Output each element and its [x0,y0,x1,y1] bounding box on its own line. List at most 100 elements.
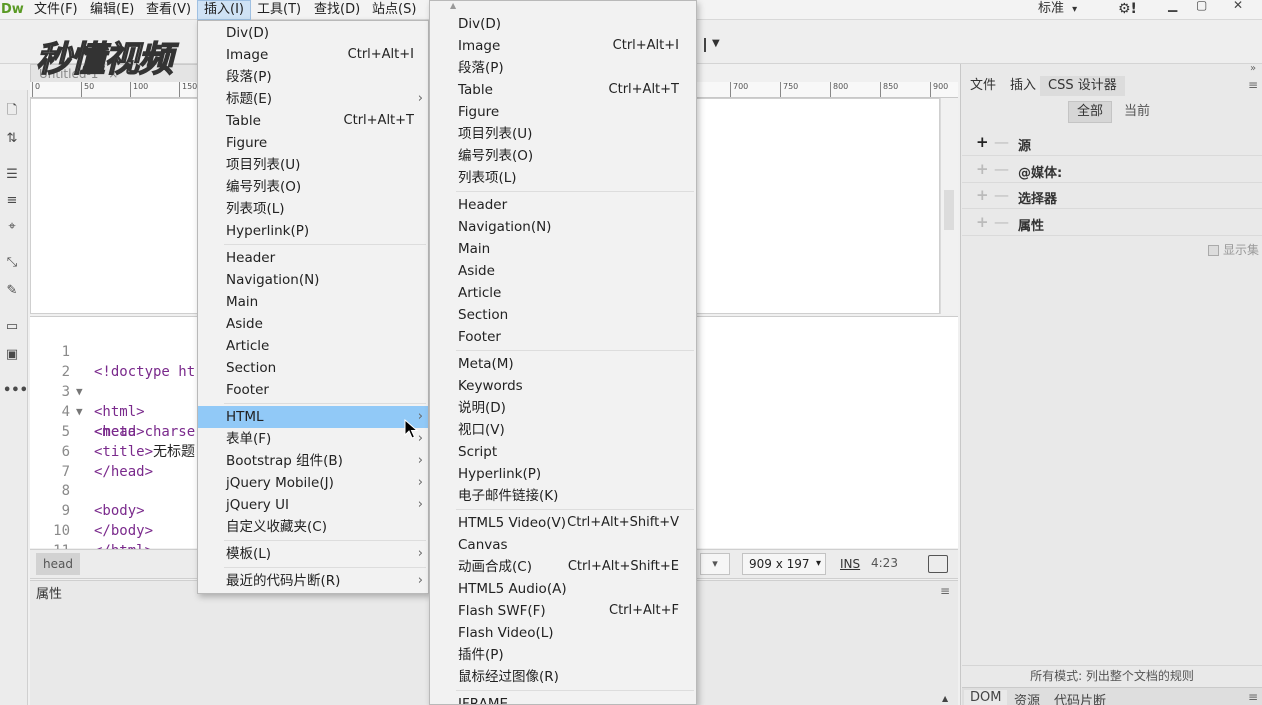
insert-menu-item-item-26[interactable]: 模板(L) › [198,543,428,565]
html-menu-item-html5-audio[interactable]: HTML5 Audio(A) [430,578,696,600]
minus-icon[interactable]: — [994,160,1009,178]
html-menu-item-item-32[interactable]: 鼠标经过图像(R) [430,666,696,688]
workspace-selector[interactable]: 标准 ▾ [1038,0,1077,20]
panel-menu-icon[interactable]: ≡ [1248,690,1258,704]
scrollbar-thumb[interactable] [944,190,954,230]
html-menu-item-header[interactable]: Header [430,194,696,216]
scroll-up-icon[interactable]: ▲ [450,1,456,10]
tab-dom[interactable]: DOM [964,690,1008,705]
tab-assets[interactable]: 资源 [1008,690,1046,705]
menu-find[interactable]: 查找(D) [308,0,366,20]
insert-menu-item-footer[interactable]: Footer [198,379,428,401]
html-menu-item-article[interactable]: Article [430,282,696,304]
menu-edit[interactable]: 编辑(E) [84,0,140,20]
tab-insert[interactable]: 插入 [1002,76,1044,96]
html-menu-item-item-20[interactable]: 视口(V) [430,419,696,441]
insert-menu-item-jquery-mobile[interactable]: jQuery Mobile(J) › [198,472,428,494]
insert-menu-item-div[interactable]: Div(D) [198,22,428,44]
html-menu-item-script[interactable]: Script [430,441,696,463]
insert-menu-item-item-7[interactable]: 编号列表(O) [198,176,428,198]
fold-arrow-icon[interactable]: ▼ [76,402,83,422]
html-menu-item-hyperlink[interactable]: Hyperlink(P) [430,463,696,485]
html-menu-item-item-27[interactable]: 动画合成(C) Ctrl+Alt+Shift+E [430,556,696,578]
html-menu-item-main[interactable]: Main [430,238,696,260]
tab-files[interactable]: 文件 [962,76,1004,96]
html-menu-item-image[interactable]: Image Ctrl+Alt+I [430,35,696,57]
indent-icon[interactable]: ≡ [3,192,21,210]
insert-menu-item-item-28[interactable]: 最近的代码片断(R) › [198,570,428,592]
chevron-down-icon[interactable]: ▾ [700,553,730,575]
close-icon[interactable]: ✕ [1233,0,1243,12]
menu-site[interactable]: 站点(S) [366,0,422,20]
html-menu-item-section[interactable]: Section [430,304,696,326]
panel-menu-icon[interactable]: ≡ [940,584,950,598]
insert-menu-item-item-3[interactable]: 标题(E) › [198,88,428,110]
insert-menu-item-aside[interactable]: Aside [198,313,428,335]
insert-mode-indicator[interactable]: INS [840,557,860,571]
html-menu-item-item-5[interactable]: 项目列表(U) [430,123,696,145]
html-menu-item-flash-swf[interactable]: Flash SWF(F) Ctrl+Alt+F [430,600,696,622]
gear-icon[interactable]: ⚙! [1118,1,1137,17]
insert-menu-item-html[interactable]: HTML › [198,406,428,428]
insert-menu-item-figure[interactable]: Figure [198,132,428,154]
html-menu-item-table[interactable]: Table Ctrl+Alt+T [430,79,696,101]
html-menu-item-navigation[interactable]: Navigation(N) [430,216,696,238]
sort-icon[interactable]: ⇅ [3,130,21,148]
html-menu-item-item-31[interactable]: 插件(P) [430,644,696,666]
comment-edit-icon[interactable]: ▣ [3,346,21,364]
tab-css-designer[interactable]: CSS 设计器 [1040,76,1125,96]
html-menu-item-flash-video[interactable]: Flash Video(L) [430,622,696,644]
insert-menu-item-section[interactable]: Section [198,357,428,379]
insert-menu-item-image[interactable]: Image Ctrl+Alt+I [198,44,428,66]
all-button[interactable]: 全部 [1068,101,1112,123]
window-size-select[interactable]: 909 x 197 ▾ [742,553,826,575]
insert-menu-item-item-20[interactable]: 表单(F) › [198,428,428,450]
insert-menu-item-jquery-ui[interactable]: jQuery UI › [198,494,428,516]
plus-icon[interactable]: + [976,160,989,178]
html-menu-item-item-6[interactable]: 编号列表(O) [430,145,696,167]
more-icon[interactable]: ••• [3,382,28,400]
insert-menu-item-table[interactable]: Table Ctrl+Alt+T [198,110,428,132]
html-menu-item-item-19[interactable]: 说明(D) [430,397,696,419]
comment-icon[interactable]: ▭ [3,318,21,336]
css-section-properties[interactable]: + — 属性 [962,209,1262,236]
html-menu-item-canvas[interactable]: Canvas [430,534,696,556]
insert-menu-item-article[interactable]: Article [198,335,428,357]
html-menu-item-item-2[interactable]: 段落(P) [430,57,696,79]
list-icon[interactable]: ☰ [3,166,21,184]
show-set-checkbox[interactable]: 显示集 [1208,241,1259,258]
plus-icon[interactable]: + [976,133,989,151]
insert-menu-item-main[interactable]: Main [198,291,428,313]
insert-menu-item-navigation[interactable]: Navigation(N) [198,269,428,291]
html-menu-item-aside[interactable]: Aside [430,260,696,282]
scroll-up-icon[interactable]: ▲ [942,694,948,703]
panel-menu-icon[interactable]: ≡ [1248,78,1258,92]
html-menu-item-iframe[interactable]: IFRAME [430,693,696,704]
collapse-icon[interactable]: » [1250,63,1256,74]
html-menu-item-figure[interactable]: Figure [430,101,696,123]
target-icon[interactable]: ⌖ [3,218,21,236]
plus-icon[interactable]: + [976,186,989,204]
checkbox-icon[interactable] [1208,245,1219,256]
html-menu-item-footer[interactable]: Footer [430,326,696,348]
html-menu-item-item-7[interactable]: 列表项(L) [430,167,696,189]
css-section-sources[interactable]: + — 源 [962,129,1262,156]
fold-arrow-icon[interactable]: ▼ [76,382,83,402]
menu-view[interactable]: 查看(V) [140,0,197,20]
minus-icon[interactable]: — [994,186,1009,204]
brush-icon[interactable]: ✎ [3,282,21,300]
file-icon[interactable]: 🗋 [3,102,21,120]
html-menu-item-item-23[interactable]: 电子邮件链接(K) [430,485,696,507]
plus-icon[interactable]: + [976,213,989,231]
html-menu-item-meta[interactable]: Meta(M) [430,353,696,375]
css-section-media[interactable]: + — @媒体: [962,156,1262,183]
html-menu-item-keywords[interactable]: Keywords [430,375,696,397]
css-section-selectors[interactable]: + — 选择器 [962,182,1262,209]
current-button[interactable]: 当前 [1116,101,1158,123]
insert-menu-item-item-2[interactable]: 段落(P) [198,66,428,88]
preview-icon[interactable] [928,555,948,573]
tag-selector[interactable]: head [36,553,80,575]
menu-insert[interactable]: 插入(I) [197,0,251,20]
insert-menu-item-item-8[interactable]: 列表项(L) [198,198,428,220]
maximize-icon[interactable]: ▢ [1196,0,1207,12]
